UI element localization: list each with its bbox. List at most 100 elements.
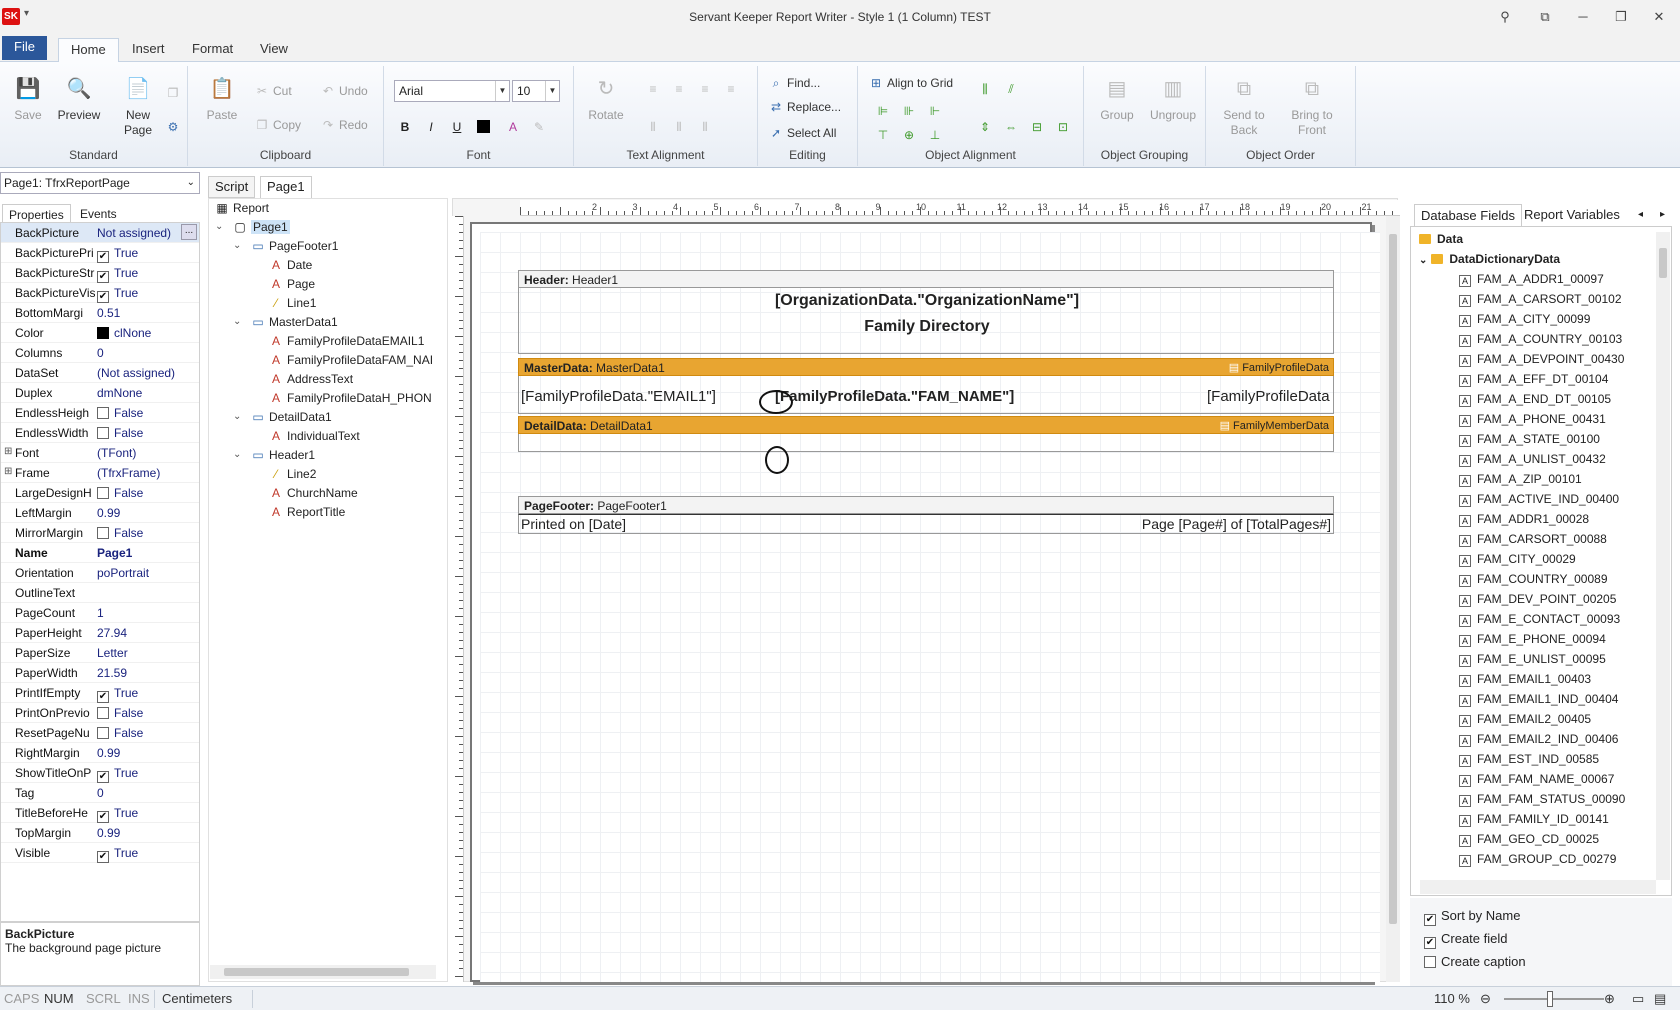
property-value[interactable]: ✔ True xyxy=(97,246,197,263)
property-checkbox[interactable] xyxy=(97,527,109,539)
property-row[interactable]: Duplex dmNone xyxy=(1,383,199,403)
field-item[interactable]: A FAM_A_CARSORT_00102 xyxy=(1459,289,1622,309)
object-selector[interactable]: Page1: TfrxReportPage ⌄ xyxy=(0,172,200,194)
tab-format[interactable]: Format xyxy=(180,38,245,62)
field-item[interactable]: A FAM_A_CITY_00099 xyxy=(1459,309,1590,329)
email-field[interactable]: [FamilyProfileData."EMAIL1"] xyxy=(521,388,716,405)
property-row[interactable]: RightMargin 0.99 xyxy=(1,743,199,763)
close-button[interactable]: ✕ xyxy=(1644,6,1674,28)
tab-prev-icon[interactable]: ◂ xyxy=(1632,204,1649,226)
property-value[interactable]: False xyxy=(97,426,197,440)
help-icon[interactable]: ⚲ xyxy=(1490,6,1520,28)
property-row[interactable]: OutlineText xyxy=(1,583,199,603)
report-title-field[interactable]: Family Directory xyxy=(519,318,1335,336)
field-item[interactable]: A FAM_ADDR1_00028 xyxy=(1459,509,1589,529)
fields-scrollbar[interactable] xyxy=(1656,232,1670,880)
property-row[interactable]: TitleBeforeHe ✔ True xyxy=(1,803,199,823)
tab-properties[interactable]: Properties xyxy=(2,204,71,224)
field-item[interactable]: A FAM_E_PHONE_00094 xyxy=(1459,629,1606,649)
property-row[interactable]: EndlessHeigh False xyxy=(1,403,199,423)
tab-home[interactable]: Home xyxy=(58,38,119,63)
tab-script[interactable]: Script xyxy=(208,176,256,198)
option-checkbox[interactable]: Create caption xyxy=(1424,954,1526,969)
align-lefts-icon[interactable]: ⊫ xyxy=(874,102,892,120)
zoom-in-icon[interactable]: ⊕ xyxy=(1604,991,1615,1007)
fields-hscrollbar[interactable] xyxy=(1420,880,1656,894)
header-band[interactable]: Header: Header1 [OrganizationData."Organ… xyxy=(518,270,1334,354)
field-item[interactable]: A FAM_EMAIL2_00405 xyxy=(1459,709,1591,729)
align-center-icon[interactable]: ≡ xyxy=(670,80,688,98)
property-value[interactable]: 0 xyxy=(97,346,197,360)
organization-name-field[interactable]: [OrganizationData."OrganizationName"] xyxy=(519,292,1335,310)
tree-node[interactable]: A FamilyProfileDataEMAIL1 xyxy=(269,332,424,350)
field-item[interactable]: A FAM_GEO_CD_00025 xyxy=(1459,829,1599,849)
property-row[interactable]: Color clNone xyxy=(1,323,199,343)
property-value[interactable]: (Not assigned) xyxy=(97,366,197,380)
tree-node[interactable]: ⌄ ▭ PageFooter1 xyxy=(233,237,338,255)
valign-top-icon[interactable]: ⦀ xyxy=(644,118,662,136)
property-row[interactable]: Name Page1 xyxy=(1,543,199,563)
field-item[interactable]: A FAM_EST_IND_00585 xyxy=(1459,749,1599,769)
center-horizontally-icon[interactable]: ⫼ xyxy=(976,80,994,98)
property-checkbox[interactable] xyxy=(97,727,109,739)
property-value[interactable]: False xyxy=(97,726,197,740)
tree-node[interactable]: A ChurchName xyxy=(269,484,358,502)
field-item[interactable]: A FAM_A_DEVPOINT_00430 xyxy=(1459,349,1624,369)
tab-database-fields[interactable]: Database Fields xyxy=(1414,204,1522,226)
tree-scrollbar[interactable] xyxy=(210,965,436,979)
property-value[interactable]: ✔ True xyxy=(97,806,197,823)
property-checkbox[interactable]: ✔ xyxy=(97,811,109,823)
property-row[interactable]: LeftMargin 0.99 xyxy=(1,503,199,523)
field-item[interactable]: A FAM_EMAIL1_IND_00404 xyxy=(1459,689,1618,709)
justify-icon[interactable]: ≡ xyxy=(722,80,740,98)
property-row[interactable]: BackPicture Not assigned)... xyxy=(1,223,199,243)
property-row[interactable]: PrintOnPrevio False xyxy=(1,703,199,723)
bring-to-front-button[interactable]: ⧉ Bring to Front xyxy=(1280,74,1344,138)
checkbox[interactable] xyxy=(1424,956,1436,968)
italic-button[interactable]: I xyxy=(422,118,440,136)
field-item[interactable]: A FAM_A_EFF_DT_00104 xyxy=(1459,369,1608,389)
zoom-slider-thumb[interactable] xyxy=(1547,991,1553,1007)
field-item[interactable]: A FAM_ACTIVE_IND_00400 xyxy=(1459,489,1619,509)
tree-node[interactable]: A FamilyProfileDataH_PHON xyxy=(269,389,432,407)
find-button[interactable]: ⌕ Find... xyxy=(768,76,821,91)
underline-button[interactable]: U xyxy=(448,118,466,136)
fit-page-icon[interactable]: ▭ xyxy=(1632,991,1644,1007)
rotate-button[interactable]: ↻ Rotate xyxy=(584,74,628,123)
collapse-icon[interactable]: ⌄ xyxy=(1419,255,1427,266)
minimize-button[interactable]: ─ xyxy=(1568,6,1598,28)
field-item[interactable]: A FAM_A_END_DT_00105 xyxy=(1459,389,1611,409)
select-all-button[interactable]: ➚ Select All xyxy=(768,126,836,140)
tab-insert[interactable]: Insert xyxy=(120,38,177,62)
expand-icon[interactable]: ⊞ xyxy=(4,466,12,477)
property-value[interactable]: ✔ True xyxy=(97,686,197,703)
property-row[interactable]: BottomMargi 0.51 xyxy=(1,303,199,323)
collapse-icon[interactable]: ⌄ xyxy=(233,408,241,426)
field-item[interactable]: A FAM_A_ADDR1_00097 xyxy=(1459,269,1604,289)
page-footer-band[interactable]: PageFooter: PageFooter1 Printed on [Date… xyxy=(518,496,1334,536)
save-button[interactable]: 💾 Save xyxy=(8,74,48,123)
valign-middle-icon[interactable]: ⦀ xyxy=(670,118,688,136)
restore-layout-icon[interactable]: ⧉ xyxy=(1530,6,1560,28)
property-value[interactable]: 21.59 xyxy=(97,666,197,680)
property-row[interactable]: TopMargin 0.99 xyxy=(1,823,199,843)
fit-width-icon[interactable]: ▤ xyxy=(1654,991,1666,1007)
data-root[interactable]: Data xyxy=(1419,229,1463,249)
property-value[interactable]: (TFont) xyxy=(97,446,197,460)
field-item[interactable]: A FAM_EMAIL2_IND_00406 xyxy=(1459,729,1618,749)
scroll-thumb[interactable] xyxy=(1389,234,1397,924)
property-row[interactable]: PrintIfEmpty ✔ True xyxy=(1,683,199,703)
property-value[interactable]: (TfrxFrame) xyxy=(97,466,197,480)
align-rights-icon[interactable]: ⊩ xyxy=(926,102,944,120)
tab-view[interactable]: View xyxy=(248,38,300,62)
property-row[interactable]: PaperHeight 27.94 xyxy=(1,623,199,643)
property-row[interactable]: PaperSize Letter xyxy=(1,643,199,663)
tree-node[interactable]: A IndividualText xyxy=(269,427,360,445)
field-item[interactable]: A FAM_A_ZIP_00101 xyxy=(1459,469,1582,489)
option-checkbox[interactable]: ✔ Create field xyxy=(1424,931,1507,949)
tree-node[interactable]: ⌄ ▭ DetailData1 xyxy=(233,408,332,426)
property-value[interactable]: 1 xyxy=(97,606,197,620)
property-value[interactable]: False xyxy=(97,486,197,500)
highlight-icon[interactable]: A xyxy=(504,118,522,136)
property-checkbox[interactable]: ✔ xyxy=(97,851,109,863)
